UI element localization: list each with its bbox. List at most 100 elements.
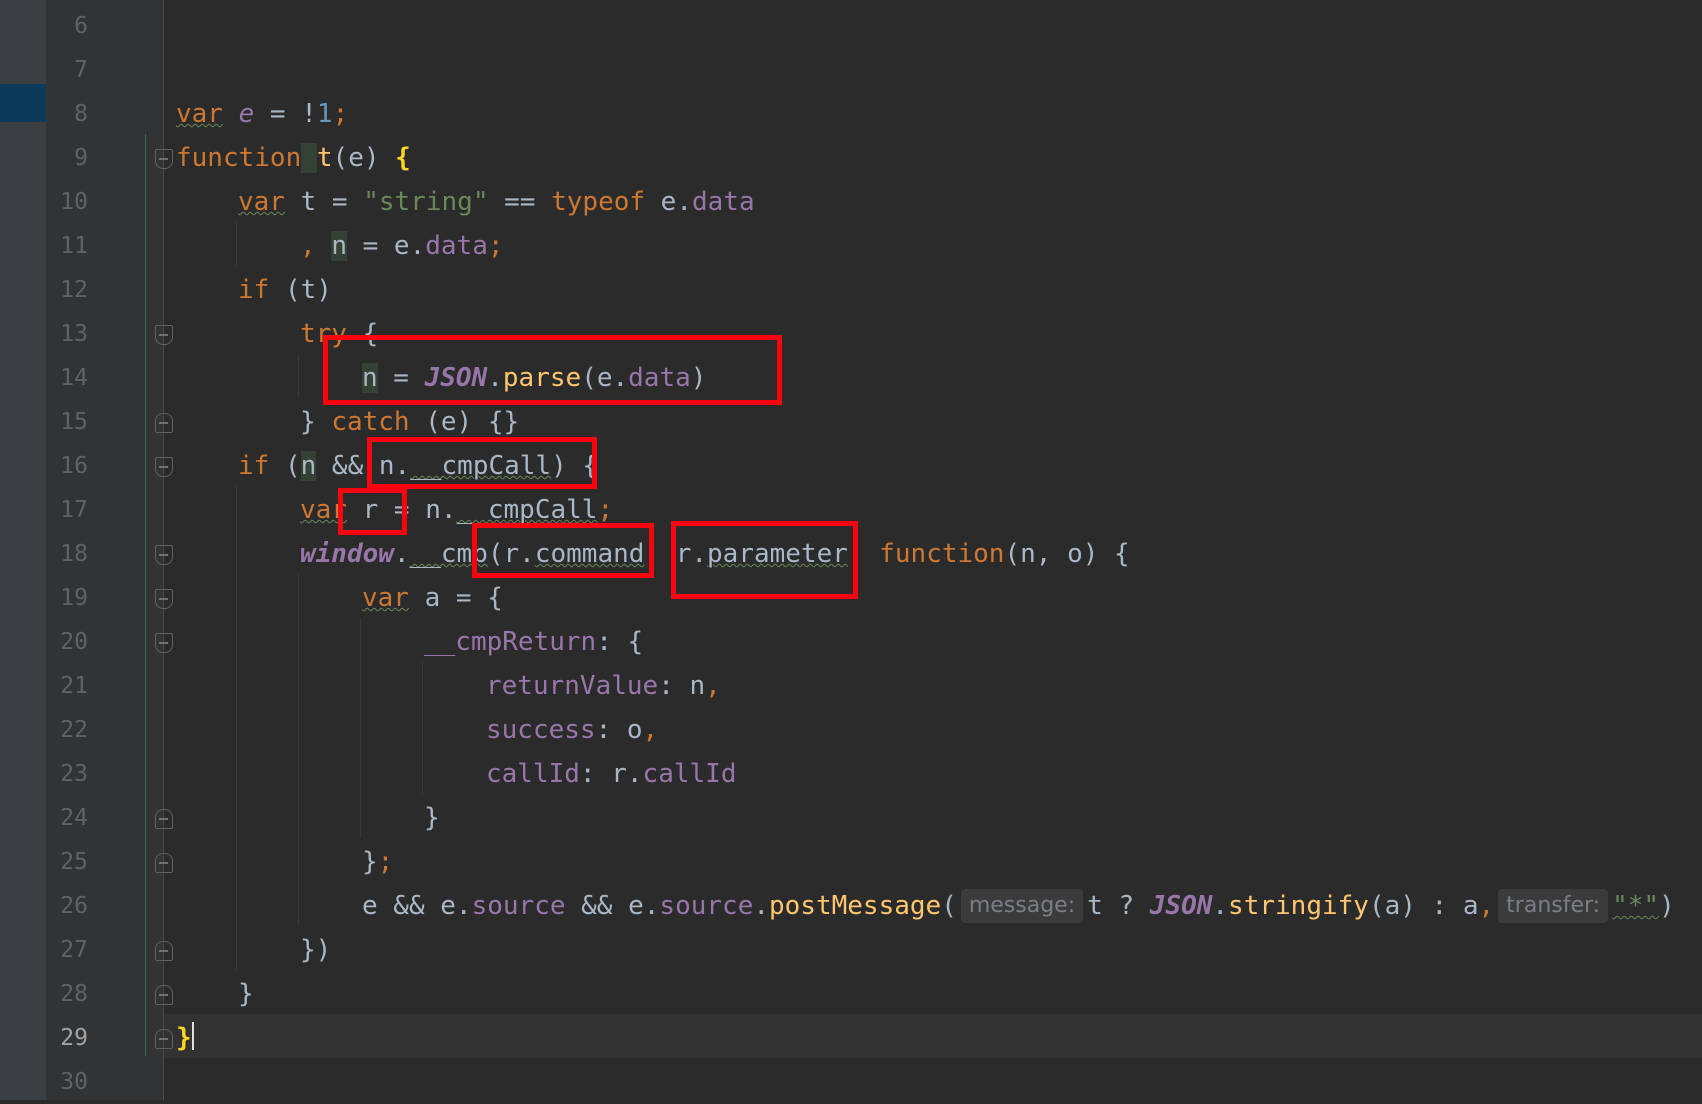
line-number-current: 29 xyxy=(60,1025,88,1051)
strip-selection-marker xyxy=(0,84,46,122)
indent-guide xyxy=(298,574,299,926)
parameter-hint: message: xyxy=(960,889,1084,923)
code-text: ( xyxy=(941,891,957,921)
property: __cmpCall xyxy=(456,495,598,525)
line-number: 15 xyxy=(60,409,88,435)
code-text: } xyxy=(300,407,332,437)
line-number: 7 xyxy=(74,57,88,83)
code-line-28[interactable]: } xyxy=(238,972,254,1016)
fold-toggle-icon[interactable] xyxy=(155,633,173,653)
keyword: if xyxy=(238,275,270,305)
scope-indicator xyxy=(145,134,146,1056)
line-number: 25 xyxy=(60,849,88,875)
line-number: 13 xyxy=(60,321,88,347)
code-text: (n, o) { xyxy=(1004,539,1130,569)
line-number: 14 xyxy=(60,365,88,391)
code-text: } xyxy=(362,847,378,877)
code-text: , xyxy=(705,671,721,701)
code-line-10[interactable]: var t = "string" == typeof e.data xyxy=(238,180,755,224)
code-line-21[interactable]: returnValue: n, xyxy=(486,664,721,708)
code-text: t ? xyxy=(1087,891,1150,921)
keyword: if xyxy=(238,451,270,481)
code-text: . xyxy=(753,891,769,921)
property: data xyxy=(692,187,755,217)
keyword: catch xyxy=(331,407,410,437)
code-text: = ! xyxy=(254,99,317,129)
fold-toggle-icon[interactable] xyxy=(155,413,173,433)
code-line-26[interactable]: e && e.source && e.source.postMessage(me… xyxy=(362,884,1675,928)
code-text: (a) : a xyxy=(1368,891,1479,921)
code-text: (e) xyxy=(332,143,396,173)
fold-toggle-icon[interactable] xyxy=(155,941,173,961)
global-object: JSON xyxy=(1149,891,1213,921)
code-text: }) xyxy=(300,935,332,965)
annotation-box-json-parse xyxy=(323,335,782,405)
fold-toggle-icon[interactable] xyxy=(155,325,173,345)
number-literal: 1 xyxy=(316,99,333,129)
code-line-12[interactable]: if (t) xyxy=(238,268,332,312)
code-text: e && e. xyxy=(362,891,472,921)
fold-toggle-icon[interactable] xyxy=(155,1029,173,1049)
code-line-8[interactable]: var e = !1; xyxy=(176,92,348,136)
indent-guide xyxy=(298,354,299,398)
line-number: 28 xyxy=(60,981,88,1007)
code-text: ; xyxy=(377,847,394,877)
code-line-20[interactable]: __cmpReturn: { xyxy=(424,620,643,664)
code-line-25[interactable]: }; xyxy=(362,840,393,884)
string-literal: "*" xyxy=(1612,891,1660,921)
code-text: : r. xyxy=(579,759,643,789)
property: __cmpReturn xyxy=(424,627,597,657)
property: callId xyxy=(642,759,737,789)
method-name: postMessage xyxy=(769,891,942,921)
keyword: var xyxy=(176,99,223,129)
code-line-19[interactable]: var a = { xyxy=(362,576,503,620)
indent-guide xyxy=(360,618,361,838)
code-text: } xyxy=(424,803,440,833)
indent-guide xyxy=(236,486,237,970)
line-number: 8 xyxy=(74,101,88,127)
line-number: 22 xyxy=(60,717,88,743)
line-number: 24 xyxy=(60,805,88,831)
line-number: 20 xyxy=(60,629,88,655)
annotation-box-command xyxy=(472,523,654,578)
fold-toggle-icon[interactable] xyxy=(155,149,173,169)
code-text: (e) {} xyxy=(409,407,520,437)
code-line-11[interactable]: , n = e.data; xyxy=(300,224,504,268)
code-text: == xyxy=(488,187,552,217)
property: callId xyxy=(486,759,580,789)
line-number: 23 xyxy=(60,761,88,787)
code-text: e. xyxy=(645,187,692,217)
fold-toggle-icon[interactable] xyxy=(155,809,173,829)
code-text: t = xyxy=(284,187,364,217)
string-literal: "string" xyxy=(363,187,489,217)
code-text: : { xyxy=(596,627,644,657)
identifier: n xyxy=(331,231,347,261)
code-text: = e. xyxy=(346,231,426,261)
code-text: . xyxy=(1212,891,1229,921)
line-number: 16 xyxy=(60,453,88,479)
code-line-22[interactable]: success: o, xyxy=(486,708,658,752)
property: data xyxy=(425,231,488,261)
code-line-9[interactable]: function t(e) { xyxy=(176,136,411,180)
line-number: 10 xyxy=(60,189,88,215)
property: success xyxy=(486,715,596,745)
fold-toggle-icon[interactable] xyxy=(155,457,173,477)
code-text: ; xyxy=(597,495,614,525)
code-text: , xyxy=(300,231,332,261)
code-text: : n xyxy=(658,671,706,701)
function-name: t xyxy=(316,143,333,173)
code-line-29[interactable]: } xyxy=(176,1016,194,1060)
fold-toggle-icon[interactable] xyxy=(155,589,173,609)
text-cursor xyxy=(191,1022,194,1050)
code-text: } xyxy=(238,979,254,1009)
tool-window-strip xyxy=(0,0,46,1100)
code-line-23[interactable]: callId: r.callId xyxy=(486,752,736,796)
fold-toggle-icon[interactable] xyxy=(155,985,173,1005)
line-number: 19 xyxy=(60,585,88,611)
indent-guide xyxy=(236,222,237,266)
code-line-27[interactable]: }) xyxy=(300,928,331,972)
parameter-hint: transfer: xyxy=(1498,889,1609,923)
code-line-24[interactable]: } xyxy=(424,796,440,840)
fold-toggle-icon[interactable] xyxy=(155,545,173,565)
fold-toggle-icon[interactable] xyxy=(155,853,173,873)
